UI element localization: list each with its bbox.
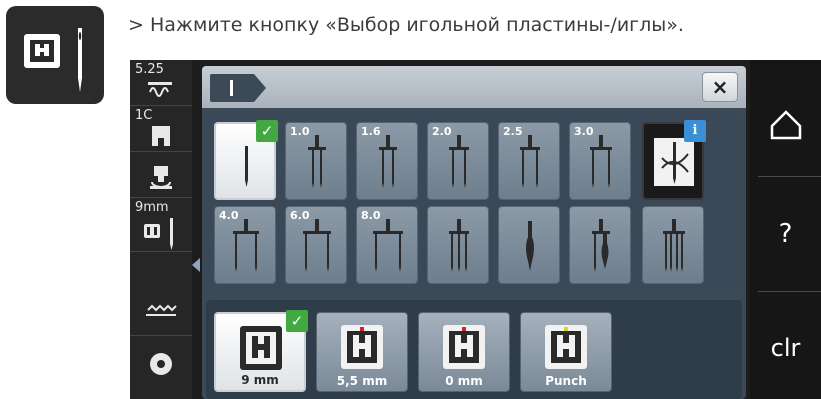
double-wing-needle-icon [592, 219, 610, 272]
needle-tile-twin-1-6[interactable]: 1.6 [356, 122, 418, 200]
needle-tile-twin-6-0[interactable]: 6.0 [285, 206, 347, 284]
needle-plate-selection-icon [6, 6, 104, 104]
needle-tile-quad[interactable] [642, 206, 704, 284]
needle-tile-double-wing[interactable] [569, 206, 631, 284]
plate-5-5mm[interactable]: 5,5 mm [316, 312, 408, 392]
needle-info-tile[interactable]: i [642, 120, 706, 200]
needle-tile-twin-4-0[interactable]: 4.0 [214, 206, 276, 284]
needle-tile-standard[interactable]: ✓ [214, 120, 278, 200]
triple-needle-icon [449, 219, 469, 272]
needle-plate-bar: ✓ 9 mm 5,5 mm 0 mm Punch [206, 300, 742, 399]
plate-0mm[interactable]: 0 mm [418, 312, 510, 392]
instruction-label: Нажмите кнопку «Выбор игольной пластины-… [150, 14, 684, 36]
twin-needle-icon [308, 135, 326, 188]
plate-punch[interactable]: Punch [520, 312, 612, 392]
needle-tile-twin-2-5[interactable]: 2.5 [498, 122, 560, 200]
presser-foot-item[interactable]: 1C [130, 106, 192, 152]
presser-foot-code: 1C [135, 108, 153, 123]
help-label: ? [778, 219, 793, 249]
needle-selection-panel: × ✓ 1.0 1.6 2.0 2.5 3.0 i 4.0 6.0 8.0 ✓ … [202, 66, 746, 399]
stitch-width-value: 5.25 [135, 62, 164, 77]
plate-9mm[interactable]: ✓ 9 mm [214, 310, 308, 392]
needle-tile-twin-3-0[interactable]: 3.0 [569, 122, 631, 200]
plate-label: 5,5 mm [336, 374, 388, 388]
needle-tab-icon[interactable] [210, 74, 266, 102]
twin-needle-icon [303, 219, 331, 272]
twin-needle-icon [449, 135, 469, 188]
bullet-arrow: > [128, 14, 144, 36]
panel-header: × [202, 66, 746, 108]
home-icon [770, 110, 802, 140]
needle-plate-item[interactable]: 9mm [130, 198, 192, 252]
needle-tile-twin-1-0[interactable]: 1.0 [285, 122, 347, 200]
clear-button[interactable]: clr [750, 292, 821, 399]
instruction-text: > Нажмите кнопку «Выбор игольной пластины… [128, 14, 684, 36]
selected-check-icon: ✓ [286, 310, 308, 332]
needle-tile-twin-8-0[interactable]: 8.0 [356, 206, 418, 284]
feed-dog-item[interactable] [130, 290, 192, 336]
selected-check-icon: ✓ [256, 120, 278, 142]
twin-needle-icon [590, 135, 612, 188]
status-column: 5.25 1C 9mm [130, 60, 192, 399]
needle-plate-glyph [24, 28, 82, 92]
foot-pressure-item[interactable] [130, 152, 192, 198]
twin-needle-icon [379, 135, 397, 188]
needle-tile-wing[interactable] [498, 206, 560, 284]
help-button[interactable]: ? [750, 177, 821, 291]
right-nav-column: ? clr [750, 60, 821, 399]
selection-pointer [192, 258, 200, 272]
machine-screen: 5.25 1C 9mm × ✓ 1.0 1.6 2.0 2.5 3.0 i 4.… [130, 60, 821, 399]
stitch-width-item[interactable]: 5.25 [130, 60, 192, 106]
needle-tile-triple[interactable] [427, 206, 489, 284]
plate-label: Punch [545, 374, 587, 388]
twin-needle-icon [520, 135, 540, 188]
multi-needle-icon [663, 219, 685, 272]
plate-label: 9 mm [241, 373, 279, 387]
needle-tile-twin-2-0[interactable]: 2.0 [427, 122, 489, 200]
feed-dog-icon [146, 304, 177, 316]
info-icon: i [684, 120, 706, 142]
bobbin-item[interactable] [130, 336, 192, 399]
clear-label: clr [770, 334, 801, 362]
home-button[interactable] [750, 60, 821, 176]
twin-needle-icon [373, 219, 403, 272]
twin-needle-icon [233, 219, 259, 272]
foot-pressure-icon [150, 166, 172, 189]
wing-needle-icon [526, 221, 534, 271]
bobbin-icon [150, 353, 172, 375]
close-button[interactable]: × [702, 72, 738, 102]
needle-plate-value: 9mm [135, 200, 169, 215]
plate-label: 0 mm [445, 374, 483, 388]
